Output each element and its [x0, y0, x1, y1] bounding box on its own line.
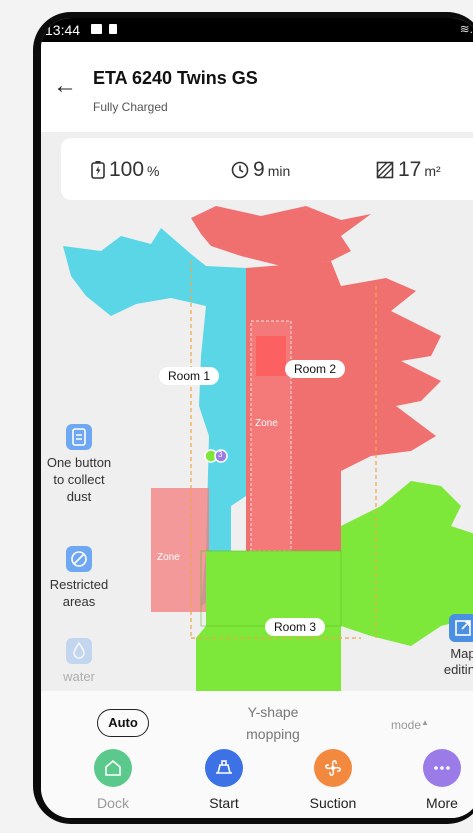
device-status: Fully Charged	[93, 100, 168, 114]
map-edit-label: Map editing	[443, 646, 473, 677]
dock-label: Dock	[97, 795, 129, 811]
gallery-notification-icon	[91, 24, 102, 34]
water-tool[interactable]: water	[41, 638, 117, 685]
map-edit-icon	[449, 614, 473, 642]
device-title: ETA 6240 Twins GS	[93, 68, 258, 88]
control-panel: Auto Y-shape mopping mode▲ Dock Start Su…	[41, 691, 473, 818]
battery-unit: %	[147, 163, 160, 179]
battery-icon	[91, 161, 105, 179]
room-2-top-area	[191, 206, 371, 266]
phone-frame: 13:44 ≋.ıl ← ETA 6240 Twins GS Fully Cha…	[33, 12, 473, 824]
stats-card: 100 % 9 min 17 m²	[61, 138, 473, 200]
area-value: 17	[398, 158, 422, 181]
battery-stat: 100 %	[91, 158, 160, 182]
cleaning-map[interactable]: 3 Room 1 Room 2 Room 3 Zone Zone One but…	[41, 206, 473, 706]
room-1-label[interactable]: Room 1	[159, 367, 220, 385]
robot-badge: 3	[218, 450, 223, 459]
status-bar: 13:44 ≋.ıl	[41, 18, 473, 42]
suction-fan-icon	[314, 749, 352, 787]
restricted-areas-label: Restricted areas	[49, 577, 109, 609]
start-label: Start	[209, 795, 239, 811]
zone-label-room-2: Zone	[255, 418, 278, 429]
area-stat: 17 m²	[376, 158, 441, 182]
suction-label: Suction	[309, 795, 357, 811]
home-icon	[94, 749, 132, 787]
room-2-label[interactable]: Room 2	[285, 360, 346, 378]
storage-notification-icon	[109, 24, 117, 34]
mode-label: mode	[391, 718, 422, 732]
dock-button[interactable]: Dock	[73, 749, 153, 811]
map-editing-tool[interactable]: Map editing	[435, 614, 473, 678]
caret-up-icon: ▲	[421, 718, 429, 727]
app-header: ← ETA 6240 Twins GS Fully Charged	[41, 42, 473, 132]
battery-value: 100	[109, 158, 145, 181]
time-unit: min	[267, 163, 291, 179]
status-time: 13:44	[45, 22, 81, 38]
water-drop-icon	[66, 638, 92, 664]
back-arrow-icon[interactable]: ←	[53, 72, 77, 100]
zone-label-left: Zone	[157, 552, 180, 563]
dust-collect-tool[interactable]: One button to collect dust	[41, 424, 117, 505]
mode-y-shape-button[interactable]: Y-shape mopping	[231, 701, 315, 745]
clock-icon	[231, 161, 249, 179]
mode-selector[interactable]: mode▲	[391, 718, 429, 732]
restricted-area-icon	[66, 546, 92, 572]
area-unit: m²	[424, 163, 441, 179]
area-icon	[376, 161, 394, 179]
water-label: water	[63, 669, 95, 684]
time-value: 9	[253, 158, 265, 181]
start-button[interactable]: Start	[184, 749, 264, 811]
more-label: More	[426, 795, 458, 811]
wifi-signal-icon: ≋.ıl	[459, 22, 473, 36]
suction-button[interactable]: Suction	[293, 749, 373, 811]
app-screen: 13:44 ≋.ıl ← ETA 6240 Twins GS Fully Cha…	[41, 18, 473, 818]
more-dots-icon	[423, 749, 461, 787]
room-3-label[interactable]: Room 3	[265, 618, 326, 636]
restricted-areas-tool[interactable]: Restricted areas	[41, 546, 117, 610]
dust-collect-icon	[66, 424, 92, 450]
mode-auto-button[interactable]: Auto	[97, 709, 149, 737]
time-stat: 9 min	[231, 158, 290, 182]
more-button[interactable]: More	[402, 749, 473, 811]
dust-collect-label: One button to collect dust	[46, 455, 112, 504]
vacuum-icon	[205, 749, 243, 787]
zone-left	[151, 488, 209, 612]
